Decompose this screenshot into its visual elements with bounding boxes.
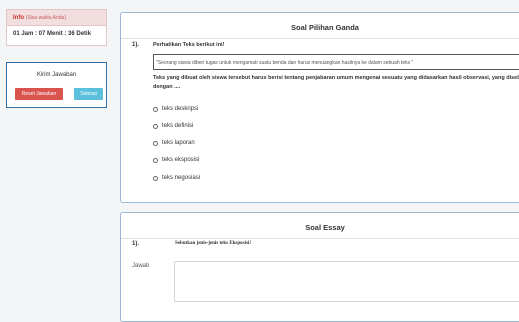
option-b[interactable]: teks definisi	[153, 123, 193, 129]
finish-button[interactable]: Selesai	[74, 88, 103, 100]
question-intro: Perhatikan Teks berikut ini!	[153, 42, 225, 48]
essay-panel: Soal Essay 1). Sebutkan jenis-jenis teks…	[120, 212, 519, 322]
radio-button[interactable]	[153, 140, 158, 146]
question-quote-box: "Seorang siswa diberi tugas untuk mengam…	[153, 54, 519, 70]
multiple-choice-title: Soal Pilihan Ganda	[121, 13, 519, 39]
radio-button[interactable]	[153, 175, 158, 181]
option-label: teks eksposisi	[162, 157, 200, 163]
essay-question-number: 1).	[132, 241, 140, 247]
essay-title: Soal Essay	[121, 213, 519, 239]
question-text: Teks yang dibuat oleh siswa tersebut har…	[153, 75, 519, 90]
option-e[interactable]: teks negosiasi	[153, 175, 200, 181]
countdown-timer: 01 Jam : 07 Menit : 36 Detik	[13, 31, 92, 37]
multiple-choice-panel: Soal Pilihan Ganda 1). Perhatikan Teks b…	[120, 12, 519, 203]
option-label: teks definisi	[162, 123, 194, 129]
radio-button[interactable]	[153, 106, 158, 112]
reset-answers-button[interactable]: Reset Jawaban	[15, 88, 63, 100]
answer-textarea[interactable]	[174, 261, 519, 302]
option-label: teks laporan	[162, 140, 195, 146]
question-number: 1).	[132, 42, 140, 48]
option-label: teks deskripsi	[162, 106, 199, 112]
submit-box: Kirim Jawaban Reset Jawaban Selesai	[6, 62, 107, 108]
essay-question-text: Sebutkan jenis-jenis teks Eksposisi!	[175, 241, 251, 246]
radio-button[interactable]	[153, 157, 158, 163]
radio-button[interactable]	[153, 123, 158, 129]
option-label: teks negosiasi	[162, 175, 201, 181]
option-a[interactable]: teks deskripsi	[153, 106, 198, 112]
info-header: Info (Sisa waktu Anda)	[7, 10, 106, 26]
submit-title: Kirim Jawaban	[36, 72, 77, 78]
option-c[interactable]: teks laporan	[153, 140, 195, 146]
info-subtitle: (Sisa waktu Anda)	[25, 15, 66, 21]
option-d[interactable]: teks eksposisi	[153, 157, 199, 163]
answer-label: Jawab	[132, 263, 150, 269]
info-box: Info (Sisa waktu Anda) 01 Jam : 07 Menit…	[6, 9, 107, 46]
info-title: Info	[13, 15, 24, 21]
